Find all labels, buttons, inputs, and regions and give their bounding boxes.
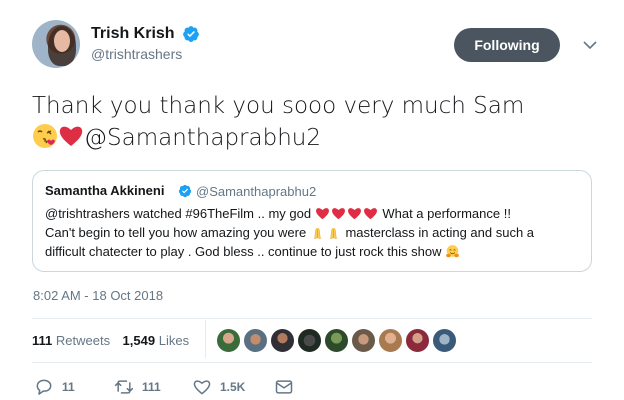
- quoted-text-part4: masterclass in acting and such a: [345, 225, 535, 240]
- retweets-count: 111: [32, 333, 53, 348]
- quoted-author-handle: @Samanthaprabhu2: [196, 184, 317, 199]
- liker-avatar[interactable]: [378, 328, 403, 353]
- author-handle[interactable]: @trishtrashers: [91, 46, 200, 62]
- hugging-face-emoji-icon: [446, 245, 459, 258]
- quoted-tweet-text: @trishtrashers watched #96TheFilm .. my …: [45, 204, 585, 261]
- retweet-count: 111: [142, 380, 161, 394]
- following-button[interactable]: Following: [454, 28, 560, 62]
- red-heart-emoji-icon: [347, 208, 361, 220]
- tweet-timestamp[interactable]: 8:02 AM - 18 Oct 2018: [33, 288, 163, 303]
- engagement-stats: 111 Retweets 1,549 Likes: [32, 326, 197, 356]
- chevron-down-icon[interactable]: [582, 37, 598, 53]
- reply-count: 11: [62, 380, 75, 394]
- quoted-author-name: Samantha Akkineni: [45, 183, 165, 198]
- tweet-actions: 11 111 1.5K: [32, 376, 592, 398]
- retweets-label: Retweets: [55, 333, 111, 348]
- heart-icon: [193, 380, 211, 395]
- liker-avatar[interactable]: [297, 328, 322, 353]
- like-count: 1.5K: [220, 380, 246, 394]
- retweet-icon: [114, 380, 134, 394]
- reply-button[interactable]: 11: [34, 376, 75, 398]
- author-info[interactable]: Trish Krish @trishtrashers: [91, 25, 200, 62]
- quoted-text-part3: Can't begin to tell you how amazing you …: [45, 225, 307, 240]
- tweet-body: Thank you thank you sooo very much Sam: [32, 93, 525, 119]
- red-heart-emoji-icon: [363, 208, 377, 220]
- liker-avatar[interactable]: [432, 328, 457, 353]
- likes-label: Likes: [158, 333, 190, 348]
- stats-separator: [205, 320, 206, 358]
- likes-count: 1,549: [122, 333, 156, 348]
- author-avatar[interactable]: [32, 20, 80, 68]
- direct-message-button[interactable]: [274, 376, 302, 398]
- liker-avatar[interactable]: [216, 328, 241, 353]
- quoted-tweet[interactable]: Samantha Akkineni @Samanthaprabhu2 @tris…: [32, 170, 592, 272]
- like-button[interactable]: 1.5K: [192, 376, 245, 398]
- tweet-header: Trish Krish @trishtrashers Following: [32, 20, 602, 74]
- red-heart-emoji-icon: [331, 208, 345, 220]
- liker-avatar[interactable]: [351, 328, 376, 353]
- tweet-text: Thank you thank you sooo very much Sam @…: [32, 90, 592, 154]
- retweet-button[interactable]: 111: [114, 376, 161, 398]
- quoted-text-part2: What a performance !!: [382, 206, 511, 221]
- likes-stat[interactable]: 1,549 Likes: [123, 326, 190, 356]
- quoted-text-part1: watched #96TheFilm .. my god: [133, 206, 312, 221]
- divider: [32, 318, 592, 319]
- verified-icon: [183, 26, 199, 42]
- kissing-face-emoji-icon: [33, 124, 57, 148]
- verified-icon: [178, 184, 192, 198]
- folded-hands-emoji-icon: [314, 228, 321, 240]
- liker-avatar[interactable]: [243, 328, 268, 353]
- liker-avatar[interactable]: [405, 328, 430, 353]
- envelope-icon: [275, 380, 293, 394]
- quoted-mention[interactable]: @trishtrashers: [45, 206, 130, 221]
- folded-hands-emoji-icon: [330, 228, 337, 240]
- liker-avatar[interactable]: [270, 328, 295, 353]
- retweets-stat[interactable]: 111 Retweets: [32, 326, 110, 356]
- reply-icon: [36, 379, 52, 395]
- red-heart-emoji-icon: [315, 208, 329, 220]
- red-heart-emoji-icon: [59, 126, 83, 146]
- liker-avatar[interactable]: [324, 328, 349, 353]
- tweet-mention[interactable]: @Samanthaprabhu2: [84, 125, 321, 151]
- author-name[interactable]: Trish Krish: [91, 25, 175, 43]
- divider: [32, 362, 592, 363]
- quoted-text-part5: difficult chatecter to play . God bless …: [45, 244, 442, 259]
